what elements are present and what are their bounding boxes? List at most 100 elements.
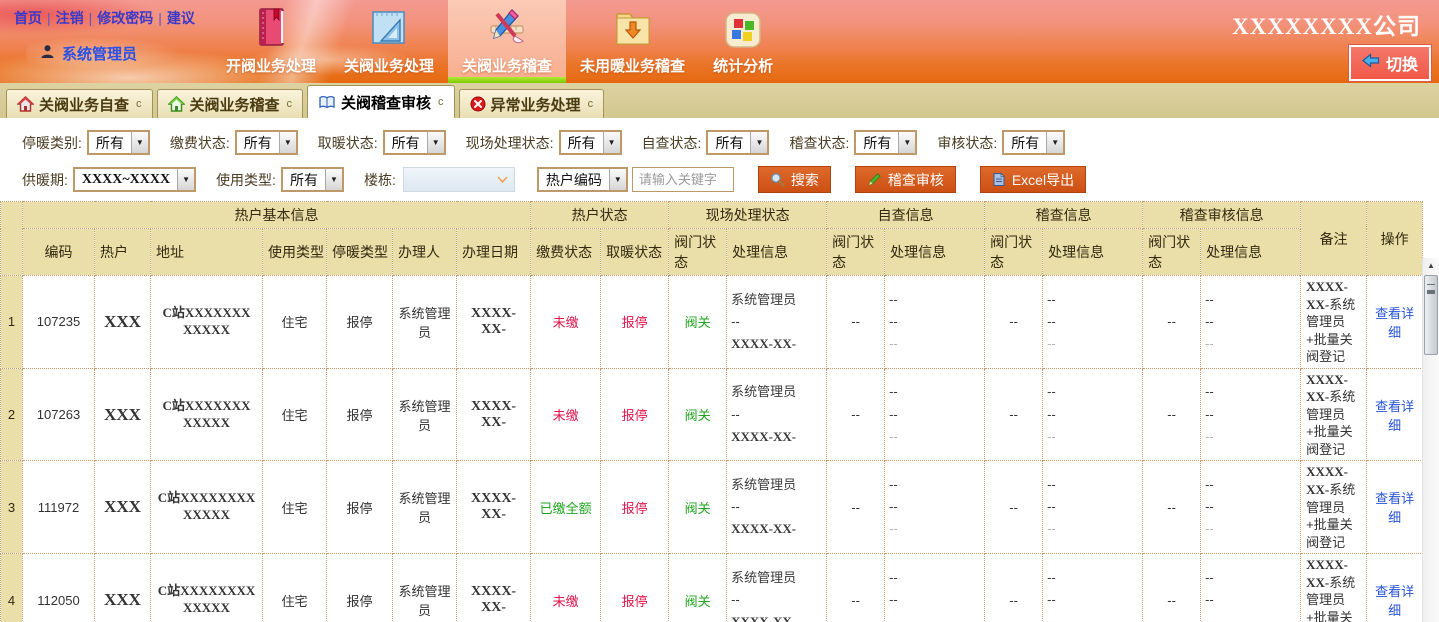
filter-label: 现场处理状态: — [466, 133, 554, 153]
stop-type-cell: 报停 — [327, 276, 393, 369]
chevron-down-icon — [497, 176, 508, 183]
nav-item[interactable]: 关阀业务稽查 — [448, 0, 566, 83]
date-cell: XXXX-XX- — [457, 554, 531, 622]
red-book-icon — [251, 6, 291, 50]
filter-select-value: 所有 — [237, 132, 279, 153]
pay-status-cell: 未缴 — [531, 554, 601, 622]
action-header: 操作 — [1367, 202, 1423, 276]
stop-type-cell: 报停 — [327, 554, 393, 622]
search-field-select[interactable]: 热户编码 ▼ — [537, 167, 628, 192]
view-detail-link[interactable]: 查看详细 — [1375, 491, 1414, 525]
filter-select[interactable]: 所有▼ — [87, 130, 150, 155]
filter-select[interactable]: 所有▼ — [854, 130, 917, 155]
tab-1[interactable]: 关阀业务稽查c — [157, 89, 304, 118]
top-link[interactable]: 建议 — [167, 10, 195, 26]
column-header: 阀门状态 — [827, 229, 885, 276]
chevron-down-icon: ▼ — [898, 132, 915, 153]
view-detail-link[interactable]: 查看详细 — [1375, 306, 1414, 340]
search-icon — [770, 172, 785, 187]
excel-export-button[interactable]: Excel导出 — [980, 166, 1086, 193]
tab-0[interactable]: 关阀业务自查c — [6, 89, 153, 118]
excel-export-button-label: Excel导出 — [1012, 170, 1074, 190]
vertical-scrollbar[interactable]: ▲ — [1422, 258, 1439, 622]
filter-label: 缴费状态: — [170, 133, 230, 153]
use-type-cell: 住宅 — [263, 368, 327, 461]
nav-item[interactable]: 统计分析 — [699, 0, 787, 83]
link-separator: | — [158, 10, 162, 26]
supply-period-select[interactable]: XXXX~XXXX ▼ — [73, 167, 196, 192]
switch-button[interactable]: 切换 — [1349, 45, 1431, 81]
info-line: -- — [889, 289, 980, 311]
refresh-icon[interactable]: c — [588, 98, 594, 110]
chevron-down-icon: ▼ — [427, 132, 444, 153]
tab-active[interactable]: 关阀稽查审核c — [307, 85, 455, 118]
scroll-up-arrow-icon[interactable]: ▲ — [1423, 258, 1439, 273]
audit-review-button[interactable]: 稽查审核 — [855, 166, 956, 193]
refresh-icon[interactable]: c — [136, 98, 142, 110]
view-detail-link[interactable]: 查看详细 — [1375, 584, 1414, 618]
site-process-info-cell: 系统管理员--XXXX-XX- — [727, 554, 827, 622]
self-check-valve-cell: -- — [827, 368, 885, 461]
row-index: 3 — [1, 461, 23, 554]
household-cell: XXX — [95, 276, 151, 369]
data-table-wrap: 热户基本信息热户状态现场处理状态自查信息稽查信息稽查审核信息备注操作编码热户地址… — [0, 201, 1439, 622]
audit-info-cell: ------ — [1043, 554, 1143, 622]
nav-item[interactable]: 未用暖业务稽查 — [566, 0, 699, 83]
arrow-left-icon — [1362, 53, 1380, 73]
keyword-input[interactable] — [632, 167, 734, 192]
view-detail-link[interactable]: 查看详细 — [1375, 399, 1414, 433]
top-link[interactable]: 首页 — [14, 10, 42, 26]
filter-select[interactable]: 所有▼ — [559, 130, 622, 155]
refresh-icon[interactable]: c — [438, 96, 444, 108]
nav-item[interactable]: 开阀业务处理 — [212, 0, 330, 83]
filter-select[interactable]: 所有▼ — [235, 130, 298, 155]
search-button[interactable]: 搜索 — [758, 166, 831, 193]
chevron-down-icon: ▼ — [131, 132, 148, 153]
table-row: 2107263XXXC站XXXXXXX XXXXX住宅报停系统管理员XXXX-X… — [1, 368, 1423, 461]
tab-3[interactable]: 异常业务处理c — [459, 89, 605, 118]
nav-item[interactable]: 关阀业务处理 — [330, 0, 448, 83]
info-line: -- — [889, 567, 980, 589]
link-separator: | — [89, 10, 93, 26]
review-valve-cell: -- — [1143, 368, 1201, 461]
info-line: -- — [1205, 311, 1296, 333]
link-separator: | — [47, 10, 51, 26]
table-sub-header-row: 编码热户地址使用类型停暖类型办理人办理日期缴费状态取暖状态阀门状态处理信息阀门状… — [1, 229, 1423, 276]
info-line: -- — [889, 611, 980, 622]
address-cell: C站XXXXXXX XXXXX — [151, 276, 263, 369]
top-link[interactable]: 注销 — [56, 10, 84, 26]
app-root: 首页|注销|修改密码|建议 系统管理员 开阀业务处理关阀业务处理关阀业务稽查未用… — [0, 0, 1439, 616]
audit-valve-cell: -- — [985, 554, 1043, 622]
row-index: 2 — [1, 368, 23, 461]
folder-download-icon — [611, 8, 655, 50]
stats-blocks-icon — [722, 10, 764, 50]
scrollbar-thumb[interactable] — [1424, 275, 1438, 355]
info-line: -- — [1047, 474, 1138, 496]
main-nav: 开阀业务处理关阀业务处理关阀业务稽查未用暖业务稽查统计分析 — [212, 0, 787, 83]
info-line: 系统管理员 — [731, 381, 822, 403]
column-header: 阀门状态 — [669, 229, 727, 276]
audit-info-cell: ------ — [1043, 276, 1143, 369]
review-info-cell: ------ — [1201, 368, 1301, 461]
refresh-icon[interactable]: c — [287, 98, 293, 110]
building-label: 楼栋: — [364, 170, 396, 190]
info-line: -- — [1047, 289, 1138, 311]
filter-select[interactable]: 所有▼ — [706, 130, 769, 155]
info-line: XXXX-XX- — [731, 611, 822, 622]
use-type-cell: 住宅 — [263, 554, 327, 622]
top-link[interactable]: 修改密码 — [97, 10, 153, 26]
use-type-select[interactable]: 所有 ▼ — [281, 167, 344, 192]
filter-select-value: 所有 — [89, 132, 131, 153]
action-cell: 查看详细 — [1367, 368, 1423, 461]
site-process-info-cell: 系统管理员--XXXX-XX- — [727, 461, 827, 554]
info-line: -- — [1047, 333, 1138, 355]
household-cell: XXX — [95, 368, 151, 461]
table-row: 3111972XXXC站XXXXXXXX XXXXX住宅报停系统管理员XXXX-… — [1, 461, 1423, 554]
row-index-header — [1, 202, 23, 276]
filter-select[interactable]: 所有▼ — [383, 130, 446, 155]
chevron-down-icon: ▼ — [750, 132, 767, 153]
info-line: -- — [1047, 311, 1138, 333]
column-header: 处理信息 — [727, 229, 827, 276]
group-header: 稽查信息 — [985, 202, 1143, 229]
filter-select[interactable]: 所有▼ — [1002, 130, 1065, 155]
